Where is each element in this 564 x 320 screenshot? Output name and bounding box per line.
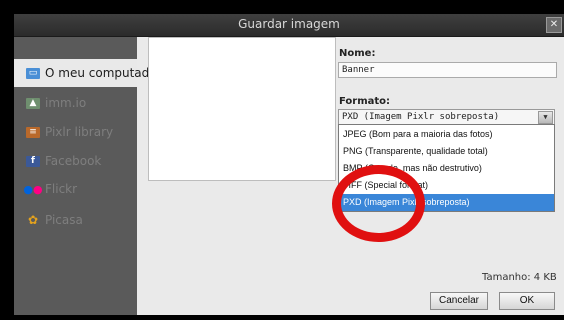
flickr-icon: ● ●	[23, 182, 43, 196]
image-preview	[148, 37, 336, 181]
sidebar-item-label: Flickr	[45, 182, 78, 196]
format-label: Formato:	[339, 96, 391, 107]
format-option-jpeg[interactable]: JPEG (Bom para a maioria das fotos)	[339, 126, 554, 143]
dialog-titlebar[interactable]: Guardar imagem ✕	[14, 14, 564, 37]
library-icon: ≡	[26, 126, 40, 138]
sidebar-item-immio[interactable]: ▲ imm.io	[14, 89, 137, 117]
format-dropdown-list: JPEG (Bom para a maioria das fotos) PNG …	[338, 124, 555, 212]
cancel-button[interactable]: Cancelar	[430, 292, 488, 310]
sidebar-item-label: imm.io	[45, 96, 87, 110]
format-option-pxd[interactable]: PXD (Imagem Pixlr sobreposta)	[339, 194, 554, 211]
sidebar-item-label: Pixlr library	[45, 125, 114, 139]
format-option-bmp[interactable]: BMP (Grande, mas não destrutivo)	[339, 160, 554, 177]
image-icon: ▲	[26, 97, 40, 109]
name-label: Nome:	[339, 48, 376, 59]
format-selected-value: PXD (Imagem Pixlr sobreposta)	[342, 112, 500, 122]
sidebar-item-my-computer[interactable]: ▭ O meu computador	[14, 59, 162, 87]
computer-icon: ▭	[26, 67, 40, 79]
facebook-icon: f	[26, 155, 40, 167]
format-select[interactable]: PXD (Imagem Pixlr sobreposta) ▼	[338, 109, 555, 125]
close-button[interactable]: ✕	[546, 17, 562, 33]
destination-sidebar: ▭ O meu computador ▲ imm.io ≡ Pixlr libr…	[14, 37, 162, 315]
sidebar-item-picasa[interactable]: ✿ Picasa	[14, 206, 137, 234]
file-size-label: Tamanho: 4 KB	[482, 272, 557, 283]
sidebar-item-label: O meu computador	[45, 66, 162, 80]
sidebar-item-pixlr-library[interactable]: ≡ Pixlr library	[14, 118, 137, 146]
save-image-dialog: Guardar imagem ✕ ▭ O meu computador ▲ im…	[14, 14, 564, 315]
ok-button[interactable]: OK	[499, 292, 555, 310]
sidebar-item-facebook[interactable]: f Facebook	[14, 147, 137, 175]
name-field[interactable]: Banner	[338, 62, 557, 78]
format-option-png[interactable]: PNG (Transparente, qualidade total)	[339, 143, 554, 160]
format-option-tiff[interactable]: TIFF (Special format)	[339, 177, 554, 194]
sidebar-item-label: Facebook	[45, 154, 102, 168]
sidebar-item-flickr[interactable]: ● ● Flickr	[14, 175, 137, 203]
picasa-icon: ✿	[27, 213, 39, 227]
dialog-title: Guardar imagem	[238, 17, 340, 31]
chevron-down-icon[interactable]: ▼	[538, 111, 553, 124]
sidebar-item-label: Picasa	[45, 213, 83, 227]
